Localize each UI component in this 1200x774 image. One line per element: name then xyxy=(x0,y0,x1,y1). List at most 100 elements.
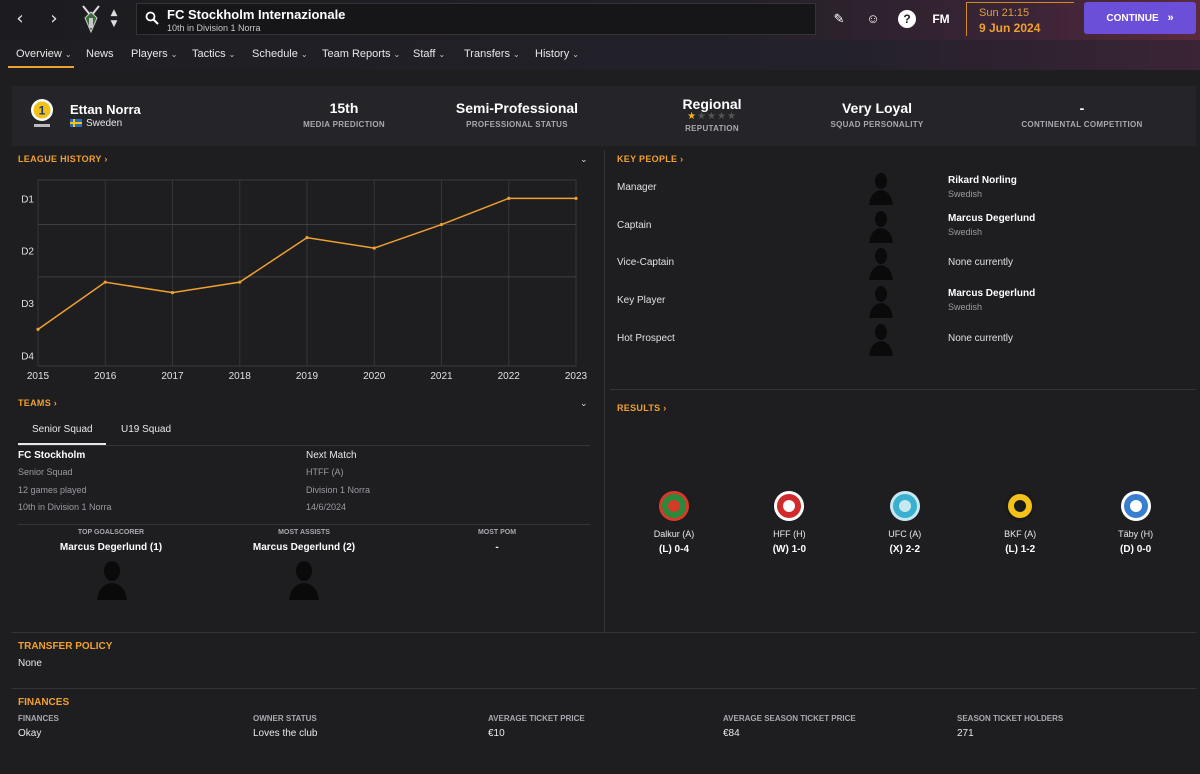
key-people-divider xyxy=(610,389,1196,390)
continental-competition: - CONTINENTAL COMPETITION xyxy=(1021,100,1143,129)
next-match-opponent[interactable]: HTFF (A) xyxy=(306,467,344,477)
teams-header[interactable]: TEAMS › xyxy=(18,398,57,408)
avg-season-ticket-value: €84 xyxy=(723,728,740,739)
data-point[interactable] xyxy=(170,291,175,295)
tab-staff[interactable]: Staff ⌄ xyxy=(413,48,445,60)
most-pom-value: - xyxy=(495,542,499,553)
data-point[interactable] xyxy=(439,222,444,227)
team-name[interactable]: FC Stockholm xyxy=(18,450,85,461)
club-crest-icon[interactable] xyxy=(80,4,102,34)
result-score: (X) 2-2 xyxy=(889,544,921,555)
tab-overview[interactable]: Overview ⌄ xyxy=(16,48,72,60)
opponent-crest-icon[interactable] xyxy=(889,490,921,522)
opponent-crest-icon[interactable] xyxy=(658,490,690,522)
finances-label: FINANCES xyxy=(18,714,59,723)
league-badge-icon[interactable]: 1 xyxy=(30,98,54,130)
country: Sweden xyxy=(70,118,122,129)
finances-header: FINANCES xyxy=(18,697,70,708)
results-header[interactable]: RESULTS › xyxy=(617,403,667,413)
sub-navigation: Overview ⌄ News Players ⌄ Tactics ⌄ Schedul… xyxy=(0,40,1200,70)
person-avatar-icon[interactable] xyxy=(868,209,894,243)
league-history-collapse-icon[interactable]: ⌄ xyxy=(580,154,588,165)
league-name[interactable]: Ettan Norra xyxy=(70,102,141,117)
back-icon[interactable]: ‹ xyxy=(8,8,32,30)
tab-players[interactable]: Players ⌄ xyxy=(131,48,177,60)
data-point[interactable] xyxy=(36,327,40,331)
forward-icon[interactable]: › xyxy=(42,8,66,30)
result-opponent: Täby (H) xyxy=(1118,529,1154,539)
opponent-crest-icon[interactable] xyxy=(1120,490,1152,522)
key-person-role: Vice-Captain xyxy=(617,257,675,269)
data-point[interactable] xyxy=(305,236,309,240)
top-goalscorer-value[interactable]: Marcus Degerlund (1) xyxy=(21,542,201,553)
key-person-nationality: Swedish xyxy=(948,302,983,313)
tab-senior-squad[interactable]: Senior Squad xyxy=(32,424,93,435)
person-avatar-icon[interactable] xyxy=(868,322,894,356)
tab-transfers[interactable]: Transfers ⌄ xyxy=(464,48,520,60)
result-opponent: Dalkur (A) xyxy=(653,529,695,539)
team-league-position: 10th in Division 1 Norra xyxy=(18,502,112,512)
x-tick-label: 2020 xyxy=(363,371,386,382)
result-score: (W) 1-0 xyxy=(772,544,807,555)
data-point[interactable] xyxy=(507,196,511,200)
data-point[interactable] xyxy=(372,246,376,250)
tab-tactics[interactable]: Tactics ⌄ xyxy=(192,48,235,60)
result-item[interactable]: BKF (A) (L) 1-2 xyxy=(980,490,1060,555)
continue-button[interactable]: CONTINUE » xyxy=(1084,2,1196,34)
club-title: FC Stockholm Internazionale xyxy=(167,7,346,22)
avg-ticket-price-value: €10 xyxy=(488,728,505,739)
next-match-competition: Division 1 Norra xyxy=(306,485,371,495)
club-search-box[interactable]: FC Stockholm Internazionale 10th in Divi… xyxy=(136,3,816,35)
y-tick-label: D4 xyxy=(21,352,34,363)
column-divider xyxy=(604,150,605,632)
club-switch-icon[interactable]: ▲ ▼ xyxy=(108,8,120,30)
key-person-name[interactable]: Marcus Degerlund xyxy=(948,288,1035,299)
fm-logo-icon[interactable]: FM xyxy=(930,10,952,28)
continue-arrow-icon: » xyxy=(1167,12,1174,24)
data-point[interactable] xyxy=(574,196,578,200)
x-tick-label: 2022 xyxy=(498,371,521,382)
opponent-crest-icon[interactable] xyxy=(773,490,805,522)
result-item[interactable]: Dalkur (A) (L) 0-4 xyxy=(634,490,714,555)
tab-schedule[interactable]: Schedule ⌄ xyxy=(252,48,308,60)
person-avatar-icon[interactable] xyxy=(868,284,894,319)
result-item[interactable]: UFC (A) (X) 2-2 xyxy=(865,490,945,555)
star-icon: ★ xyxy=(687,111,698,122)
key-person-nationality: Swedish xyxy=(948,226,983,237)
person-avatar-icon[interactable] xyxy=(868,246,894,281)
transfer-policy-header: TRANSFER POLICY xyxy=(18,641,113,652)
date-display[interactable]: Sun 21:15 9 Jun 2024 xyxy=(966,2,1074,36)
key-person-nationality: Swedish xyxy=(948,189,983,199)
result-item[interactable]: HFF (H) (W) 1-0 xyxy=(749,490,829,555)
tab-team-reports[interactable]: Team Reports ⌄ xyxy=(322,48,400,60)
top-goalscorer-avatar[interactable] xyxy=(95,558,129,600)
key-person-name[interactable]: Rikard Norling xyxy=(948,175,1017,186)
tab-history[interactable]: History ⌄ xyxy=(535,48,579,60)
league-history-header[interactable]: LEAGUE HISTORY › xyxy=(18,154,108,164)
transfer-policy-divider xyxy=(12,632,1196,633)
avg-season-ticket-label: AVERAGE SEASON TICKET PRICE xyxy=(723,714,856,723)
tab-u19-squad[interactable]: U19 Squad xyxy=(121,424,171,435)
teams-collapse-icon[interactable]: ⌄ xyxy=(580,398,588,409)
data-point[interactable] xyxy=(103,280,107,284)
season-ticket-holders-value: 271 xyxy=(957,728,974,739)
person-avatar-icon[interactable] xyxy=(868,171,894,205)
help-icon[interactable]: ? xyxy=(898,10,916,28)
professional-status: Semi-Professional PROFESSIONAL STATUS xyxy=(455,100,579,129)
data-point[interactable] xyxy=(238,280,242,284)
x-tick-label: 2019 xyxy=(296,371,319,382)
tab-news[interactable]: News xyxy=(86,48,114,60)
skull-icon[interactable]: ☺ xyxy=(864,10,882,28)
continue-label: CONTINUE xyxy=(1106,13,1159,24)
result-item[interactable]: Täby (H) (D) 0-0 xyxy=(1096,490,1176,555)
edit-icon[interactable]: ✎ xyxy=(830,10,848,28)
finances-divider xyxy=(12,688,1196,689)
opponent-crest-icon[interactable] xyxy=(1004,490,1036,522)
club-subtitle: 10th in Division 1 Norra xyxy=(167,23,261,33)
key-person-name[interactable]: Marcus Degerlund xyxy=(948,213,1035,224)
y-tick-label: D3 xyxy=(21,299,34,310)
star-icon: ★ xyxy=(697,111,708,122)
key-people-header[interactable]: KEY PEOPLE › xyxy=(617,154,683,164)
most-assists-avatar[interactable] xyxy=(287,558,321,600)
most-assists-value[interactable]: Marcus Degerlund (2) xyxy=(214,542,394,553)
